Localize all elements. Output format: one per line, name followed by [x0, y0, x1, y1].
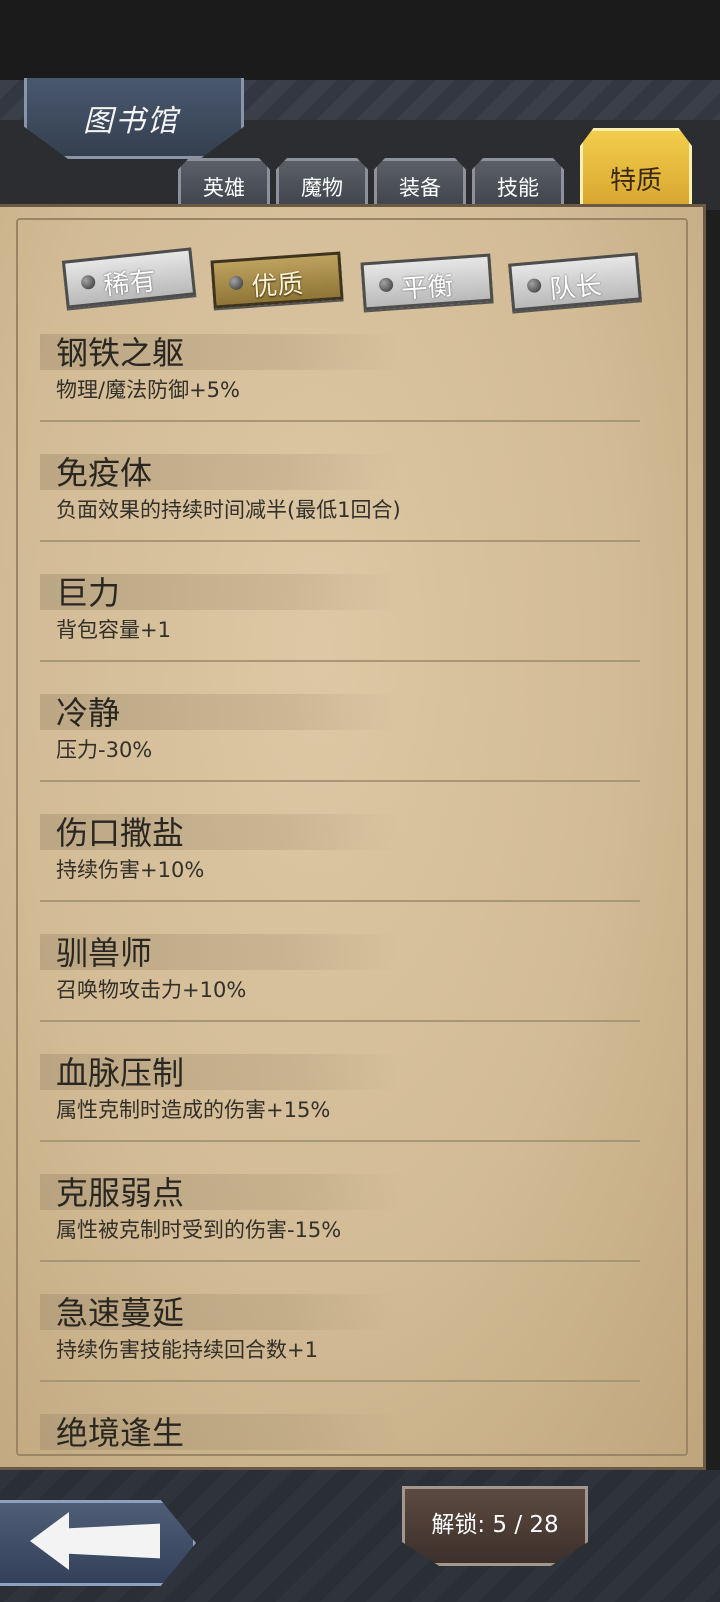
- trait-name: 驯兽师: [56, 934, 153, 972]
- trait-row[interactable]: 钢铁之躯 物理/魔法防御+5%: [40, 326, 640, 444]
- tab-heroes-label: 英雄: [203, 176, 245, 200]
- trait-description: 召唤物攻击力+10%: [56, 978, 247, 1002]
- trait-description: 持续伤害+10%: [56, 858, 205, 882]
- trait-row[interactable]: 免疫体 负面效果的持续时间减半(最低1回合): [40, 446, 640, 564]
- rivet-icon: [228, 275, 244, 291]
- top-bar: [0, 0, 720, 80]
- divider: [40, 1140, 640, 1142]
- rivet-icon: [378, 277, 394, 293]
- trait-description: 物理/魔法防御+5%: [56, 378, 240, 402]
- trait-name: 钢铁之躯: [56, 334, 185, 372]
- tab-skills-label: 技能: [497, 176, 539, 200]
- trait-description: 属性被克制时受到的伤害-15%: [56, 1218, 342, 1242]
- trait-name: 伤口撒盐: [56, 814, 185, 852]
- trait-description: 负面效果的持续时间减半(最低1回合): [56, 498, 401, 522]
- tab-traits-label: 特质: [609, 166, 662, 196]
- subtab-quality[interactable]: 优质: [210, 251, 344, 309]
- trait-row[interactable]: 巨力 背包容量+1: [40, 566, 640, 684]
- trait-description: 背包容量+1: [56, 618, 171, 642]
- trait-row[interactable]: 冷静 压力-30%: [40, 686, 640, 804]
- tab-equipment-label: 装备: [399, 176, 441, 200]
- trait-name: 克服弱点: [56, 1174, 185, 1212]
- subtab-rare-label: 稀有: [102, 266, 158, 302]
- trait-name: 绝境逢生: [56, 1414, 185, 1452]
- trait-row[interactable]: 急速蔓延 持续伤害技能持续回合数+1: [40, 1286, 640, 1404]
- subtab-balance-label: 平衡: [400, 271, 455, 305]
- divider: [40, 780, 640, 782]
- divider: [40, 540, 640, 542]
- trait-description: 压力-30%: [56, 738, 153, 762]
- page-title: 图书馆: [83, 104, 179, 139]
- rivet-icon: [80, 274, 96, 290]
- rivet-icon: [526, 277, 542, 294]
- trait-row[interactable]: 克服弱点 属性被克制时受到的伤害-15%: [40, 1166, 640, 1284]
- divider: [40, 660, 640, 662]
- trait-row[interactable]: 驯兽师 召唤物攻击力+10%: [40, 926, 640, 1044]
- trait-name: 冷静: [56, 694, 121, 732]
- trait-row[interactable]: 伤口撒盐 持续伤害+10%: [40, 806, 640, 924]
- divider: [40, 1020, 640, 1022]
- subtab-quality-label: 优质: [250, 269, 305, 303]
- trait-name: 血脉压制: [56, 1054, 185, 1092]
- divider: [40, 1260, 640, 1262]
- trait-row[interactable]: 血脉压制 属性克制时造成的伤害+15%: [40, 1046, 640, 1164]
- trait-row[interactable]: 绝境逢生: [40, 1406, 640, 1456]
- unlock-counter: 解锁: 5 / 28: [431, 1512, 559, 1538]
- divider: [40, 900, 640, 902]
- subtab-captain-label: 队长: [548, 270, 603, 306]
- tab-monsters-label: 魔物: [301, 176, 343, 200]
- divider: [40, 420, 640, 422]
- trait-name: 巨力: [56, 574, 121, 612]
- trait-description: 属性克制时造成的伤害+15%: [56, 1098, 331, 1122]
- trait-description: 持续伤害技能持续回合数+1: [56, 1338, 318, 1362]
- subtab-balance[interactable]: 平衡: [360, 253, 494, 311]
- trait-name: 免疫体: [56, 454, 153, 492]
- divider: [40, 1380, 640, 1382]
- trait-name: 急速蔓延: [56, 1294, 185, 1332]
